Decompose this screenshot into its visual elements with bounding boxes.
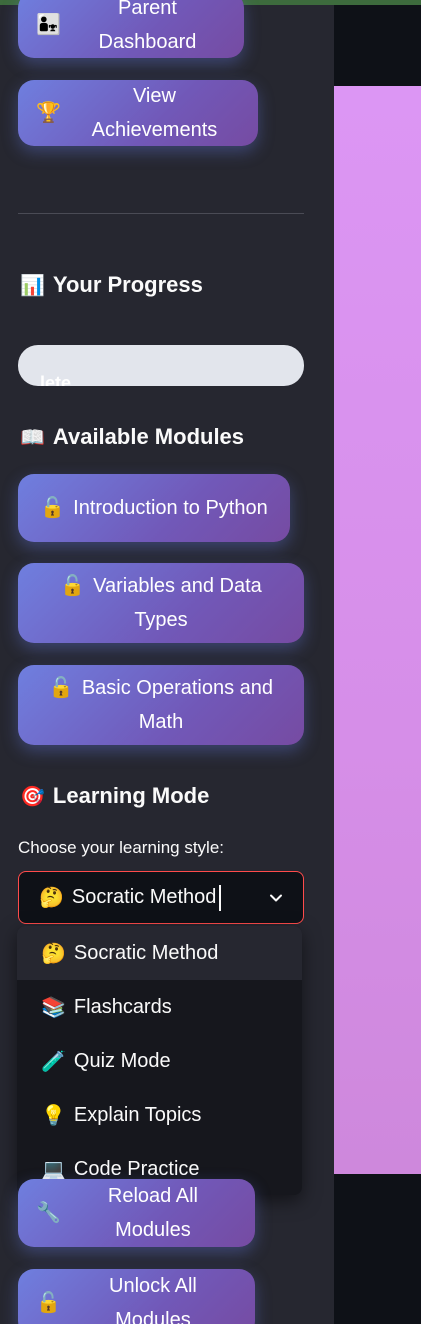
- main-content-panel: [334, 86, 421, 1174]
- option-label: Socratic Method: [73, 941, 219, 964]
- learning-mode-heading: 🎯 Learning Mode: [20, 783, 209, 809]
- module-label-line1: 🔓 Basic Operations and: [49, 671, 273, 705]
- module-basic-operations-button[interactable]: 🔓 Basic Operations and Math: [18, 665, 304, 745]
- wrench-icon: 🔧: [36, 1202, 61, 1224]
- option-label: Code Practice: [73, 1157, 200, 1180]
- view-achievements-button[interactable]: 🏆 View Achievements: [18, 80, 258, 146]
- laptop-icon: 💻: [41, 1158, 66, 1181]
- learning-style-label: Choose your learning style:: [18, 838, 225, 857]
- trophy-icon: 🏆: [36, 102, 61, 124]
- module-label-line1: 🔓 Variables and Data: [60, 569, 262, 603]
- option-label: Flashcards: [73, 995, 172, 1018]
- module-variables-button[interactable]: 🔓 Variables and Data Types: [18, 563, 304, 643]
- progress-heading-text: Your Progress: [52, 272, 203, 297]
- lightbulb-icon: 💡: [41, 1104, 66, 1127]
- learning-mode-heading-text: Learning Mode: [52, 783, 210, 808]
- module-label-line2: Math: [138, 711, 184, 733]
- unlocked-icon: 🔓: [48, 677, 74, 699]
- test-tube-icon: 🧪: [41, 1050, 66, 1073]
- option-explain-topics[interactable]: 💡 Explain Topics: [17, 1088, 302, 1142]
- sidebar-divider: [18, 213, 304, 214]
- modules-heading: 📖 Available Modules: [20, 424, 244, 450]
- unlocked-icon: 🔓: [40, 497, 66, 519]
- learning-style-dropdown: 🤔 Socratic Method 📚 Flashcards 🧪 Quiz Mo…: [17, 926, 302, 1195]
- progress-heading: 📊 Your Progress: [20, 272, 203, 298]
- open-book-icon: 📖: [20, 426, 45, 449]
- option-quiz-mode[interactable]: 🧪 Quiz Mode: [17, 1034, 302, 1088]
- chevron-down-icon[interactable]: [269, 891, 283, 905]
- text-caret: [219, 884, 222, 911]
- option-label: Quiz Mode: [73, 1049, 171, 1072]
- module-label-line2: Types: [134, 609, 188, 631]
- parent-child-icon: 👨‍👧: [36, 14, 61, 36]
- progress-text: lete: [40, 373, 72, 386]
- progress-bar: lete: [18, 345, 304, 386]
- module-label: Basic Operations and: [81, 677, 274, 699]
- learning-style-select[interactable]: 🤔 Socratic Method: [18, 871, 304, 924]
- unlocked-icon: 🔓: [60, 575, 86, 597]
- target-icon: 🎯: [20, 785, 45, 808]
- unlocked-icon: 🔓: [36, 1292, 61, 1314]
- modules-heading-text: Available Modules: [52, 424, 245, 449]
- books-icon: 📚: [41, 996, 66, 1019]
- module-label: Introduction to Python: [73, 497, 268, 519]
- module-label: Variables and Data: [93, 575, 262, 597]
- selected-learning-style: Socratic Method: [71, 886, 217, 908]
- parent-dashboard-button[interactable]: 👨‍👧 Parent Dashboard: [18, 0, 244, 58]
- thinking-face-icon: 🤔: [41, 942, 66, 965]
- reload-all-modules-button[interactable]: 🔧 Reload All Modules: [18, 1179, 255, 1247]
- bar-chart-icon: 📊: [20, 274, 45, 297]
- view-achievements-label: View Achievements: [91, 85, 218, 141]
- option-socratic-method[interactable]: 🤔 Socratic Method: [17, 926, 302, 980]
- module-intro-python-button[interactable]: 🔓 Introduction to Python: [18, 474, 290, 542]
- reload-all-modules-label: Reload All Modules: [107, 1185, 198, 1241]
- unlock-all-modules-button[interactable]: 🔓 Unlock All Modules: [18, 1269, 255, 1324]
- option-flashcards[interactable]: 📚 Flashcards: [17, 980, 302, 1034]
- unlock-all-modules-label: Unlock All Modules: [109, 1275, 197, 1324]
- thinking-face-icon: 🤔: [39, 887, 64, 909]
- option-label: Explain Topics: [73, 1103, 202, 1126]
- parent-dashboard-label: Parent Dashboard: [98, 0, 197, 53]
